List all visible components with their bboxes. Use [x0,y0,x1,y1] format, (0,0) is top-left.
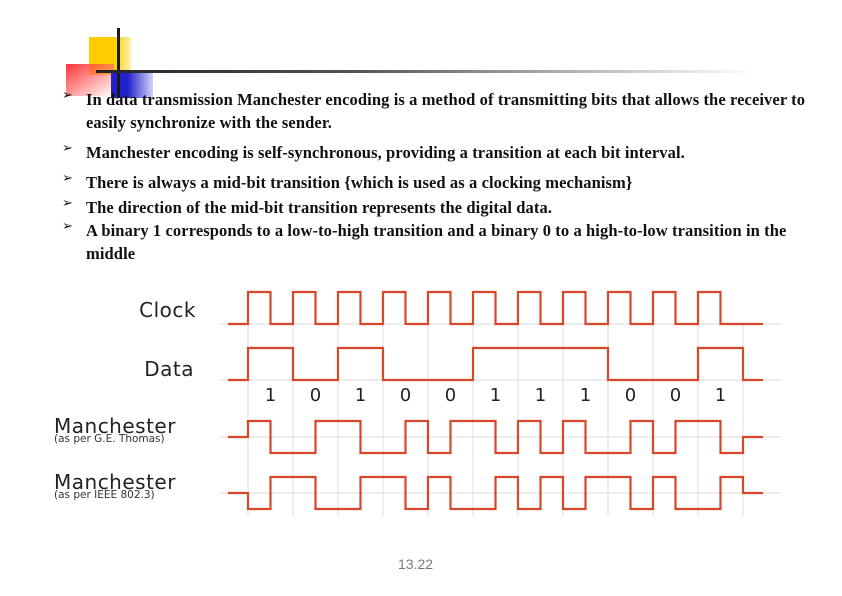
bit-label: 0 [625,385,636,406]
bit-label: 1 [265,385,276,406]
data-signal [228,346,763,382]
bit-label: 1 [490,385,501,406]
bullet-text: Manchester encoding is self-synchronous,… [86,143,685,162]
manchester-encoding-diagram: Clock Data Manchester (as per G.E. Thoma… [0,280,842,520]
bit-label: 1 [355,385,366,406]
arrow-bullet-icon: ➢ [62,171,73,186]
arrow-bullet-icon: ➢ [62,141,73,156]
bit-label: 1 [535,385,546,406]
bit-label: 1 [715,385,726,406]
bit-label: 0 [445,385,456,406]
horizontal-rule [96,70,756,73]
waveform-canvas: 1 0 1 0 0 1 1 1 0 0 1 [220,290,781,516]
bit-label: 0 [670,385,681,406]
slide-header-decoration [0,0,842,100]
bullet-text: In data transmission Manchester encoding… [86,90,806,132]
bit-label: 0 [400,385,411,406]
page-number: 13.22 [398,556,434,572]
arrow-bullet-icon: ➢ [62,196,73,211]
bullet-text: A binary 1 corresponds to a low-to-high … [86,221,787,263]
bullet-text: The direction of the mid-bit transition … [86,198,553,217]
arrow-bullet-icon: ➢ [62,88,73,103]
bit-label: 0 [310,385,321,406]
arrow-bullet-icon: ➢ [62,219,73,234]
clock-signal [228,290,763,326]
bit-label: 1 [580,385,591,406]
bullet-text: There is always a mid-bit transition {wh… [86,173,633,192]
